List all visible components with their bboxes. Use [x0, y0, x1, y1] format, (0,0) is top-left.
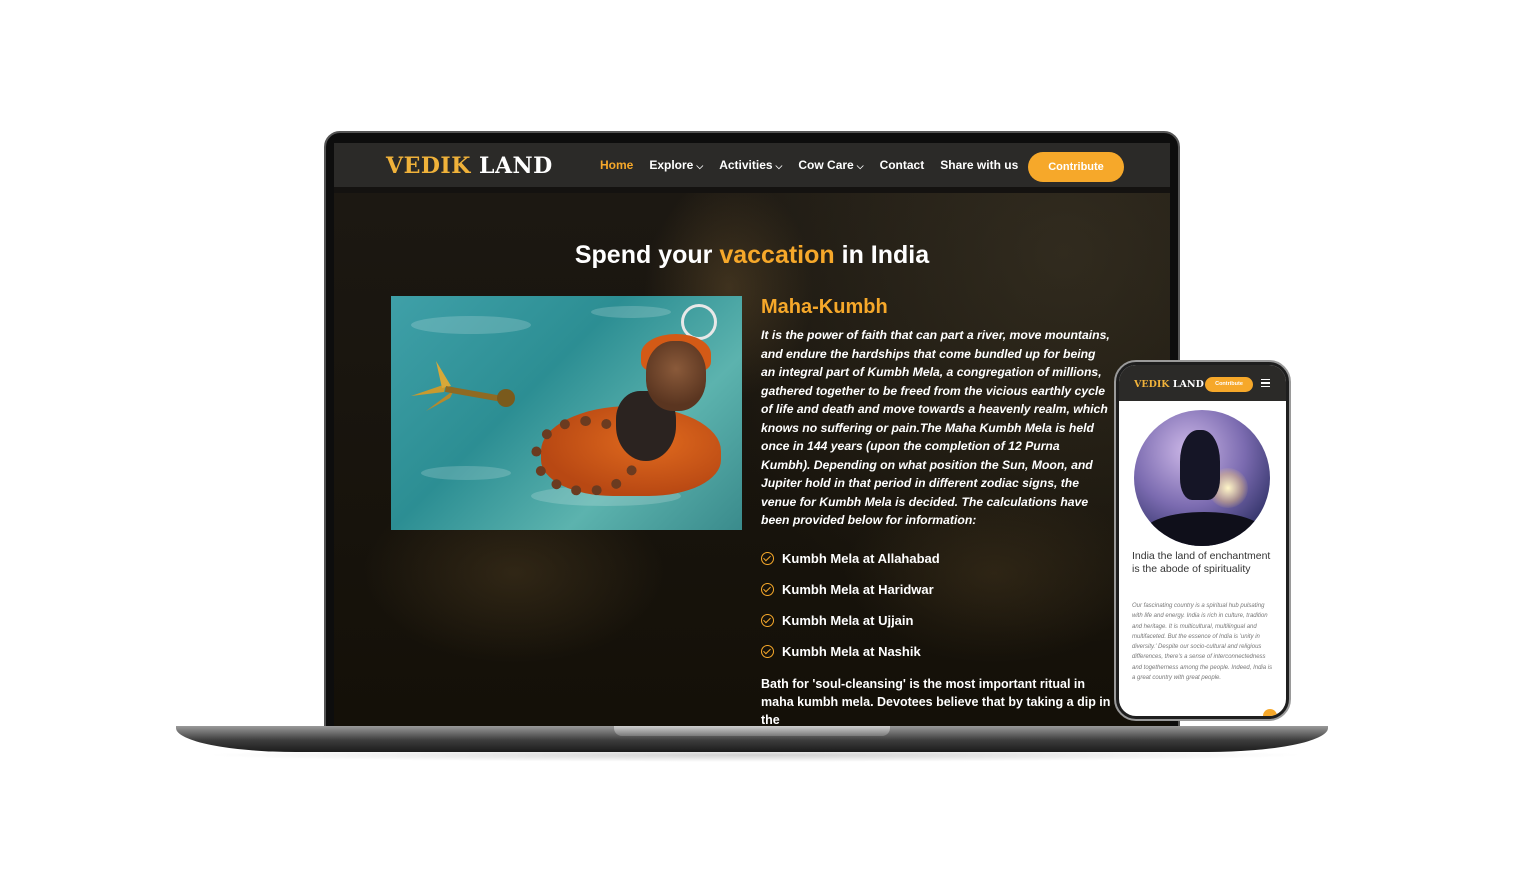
nav-contact[interactable]: Contact — [880, 158, 925, 172]
list-item-text: Kumbh Mela at Nashik — [782, 644, 921, 659]
bath-ritual-text: Bath for 'soul-cleansing' is the most im… — [761, 677, 1111, 726]
logo-text-land: LAND — [1172, 379, 1204, 390]
scroll-to-top-button[interactable] — [1263, 709, 1277, 716]
list-item: Kumbh Mela at Allahabad — [761, 543, 940, 574]
list-item: Kumbh Mela at Nashik — [761, 636, 940, 667]
nav-activities-label: Activities — [719, 158, 773, 172]
hero-title-accent: vaccation — [719, 241, 835, 269]
laptop-shadow — [200, 748, 1310, 762]
list-item: Kumbh Mela at Haridwar — [761, 574, 940, 605]
contribute-button[interactable]: Contribute — [1028, 152, 1124, 182]
mobile-logo[interactable]: VEDIK LAND — [1134, 379, 1204, 390]
site-header: VEDIK LAND Home Explore ⌵ Activities ⌵ Cow… — [334, 143, 1170, 187]
hero-title: Spend your vaccation in India — [334, 241, 1170, 270]
site-logo[interactable]: VEDIK LAND — [386, 153, 553, 179]
nav-explore[interactable]: Explore ⌵ — [649, 158, 703, 172]
laptop-notch — [614, 726, 890, 736]
logo-text-land: LAND — [479, 153, 553, 179]
check-circle-icon — [761, 583, 774, 596]
check-circle-icon — [761, 614, 774, 627]
nav-cow-care[interactable]: Cow Care ⌵ — [798, 158, 863, 172]
chevron-down-icon: ⌵ — [696, 161, 704, 171]
kumbh-description: It is the power of faith that can part a… — [761, 328, 1110, 527]
section-title: Maha-Kumbh — [761, 296, 888, 318]
laptop-screen: VEDIK LAND Home Explore ⌵ Activities ⌵ Cow… — [334, 143, 1170, 726]
hero-section: Spend your vaccation in India Maha-Kumbh… — [334, 193, 1170, 726]
hero-title-suffix: in India — [834, 241, 930, 269]
nav-home-label: Home — [600, 158, 634, 172]
main-nav: Home Explore ⌵ Activities ⌵ Cow Care ⌵ Cont… — [600, 158, 1034, 172]
list-item-text: Kumbh Mela at Ujjain — [782, 613, 914, 628]
logo-text-vedik: VEDIK — [1134, 379, 1170, 390]
nav-share-with-us[interactable]: Share with us — [940, 158, 1018, 172]
nav-activities[interactable]: Activities ⌵ — [719, 158, 782, 172]
hamburger-menu-icon[interactable] — [1261, 379, 1270, 389]
kumbh-sadhu-photo — [391, 296, 742, 530]
nav-share-label: Share with us — [940, 158, 1019, 172]
mobile-paragraph: Our fascinating country is a spiritual h… — [1132, 603, 1273, 682]
nav-cow-care-label: Cow Care — [798, 158, 854, 172]
nav-contact-label: Contact — [879, 158, 925, 172]
list-item-text: Kumbh Mela at Haridwar — [782, 582, 934, 597]
check-circle-icon — [761, 645, 774, 658]
mobile-contribute-button[interactable]: Contribute — [1205, 377, 1253, 392]
nav-explore-label: Explore — [649, 158, 694, 172]
hero-title-prefix: Spend your — [574, 241, 720, 269]
chevron-down-icon: ⌵ — [856, 161, 864, 171]
chevron-down-icon: ⌵ — [775, 161, 783, 171]
list-item-text: Kumbh Mela at Allahabad — [782, 551, 940, 566]
mobile-header: VEDIK LAND Contribute — [1119, 365, 1286, 401]
list-item: Kumbh Mela at Ujjain — [761, 605, 940, 636]
kumbh-locations-list: Kumbh Mela at Allahabad Kumbh Mela at Ha… — [761, 543, 940, 667]
logo-text-vedik: VEDIK — [386, 153, 471, 179]
nav-home[interactable]: Home — [600, 158, 633, 172]
mobile-heading: India the land of enchantment is the abo… — [1132, 550, 1271, 575]
check-circle-icon — [761, 552, 774, 565]
phone-screen: VEDIK LAND Contribute India the land of … — [1119, 365, 1286, 716]
meditation-image — [1134, 410, 1270, 546]
